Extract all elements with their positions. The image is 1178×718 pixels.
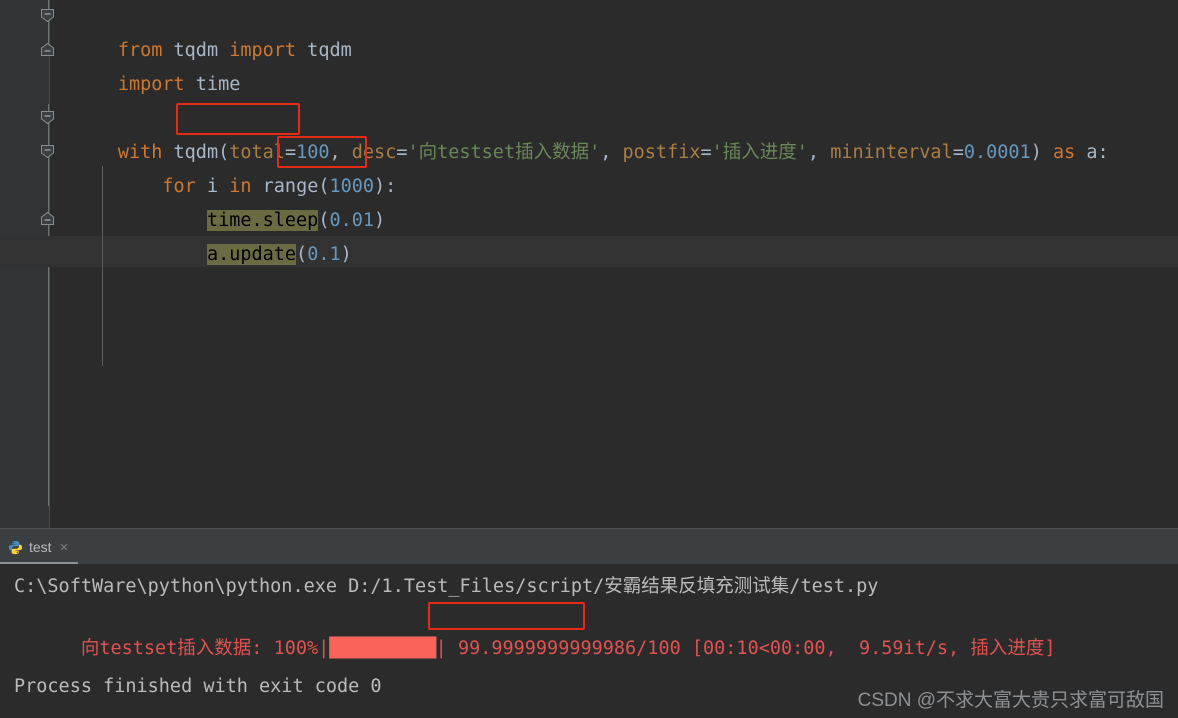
code-lines[interactable]: from tqdm import tqdm import time with t… <box>0 0 1178 528</box>
run-tab-test[interactable]: test × <box>0 529 79 565</box>
progress-percent: 100% <box>273 638 319 659</box>
token-number-mininterval: 0.0001 <box>963 142 1031 163</box>
csdn-watermark: CSDN @不求大富大贵只求富可敌国 <box>857 690 1164 711</box>
progress-total: /100 <box>636 638 692 659</box>
progress-bar-open: | <box>318 638 330 659</box>
progress-bar-fill: ██████████ <box>329 638 436 659</box>
code-line-2[interactable]: import time <box>51 34 241 95</box>
token-comma-3: , <box>807 142 831 163</box>
token-keyword-import2: import <box>117 74 185 95</box>
progress-current-value: 99.9999999999986 <box>457 638 637 659</box>
token-comma-2: , <box>600 142 623 163</box>
token-var-a: a: <box>1075 142 1109 163</box>
code-line-6[interactable]: for i in range(1000): <box>51 136 396 197</box>
token-name-tqdm: tqdm <box>296 40 352 61</box>
run-tab-label: test <box>29 539 52 555</box>
token-equals-4: = <box>952 142 964 163</box>
run-tab-strip[interactable]: test × <box>0 528 1178 565</box>
close-icon[interactable]: × <box>60 540 69 555</box>
console-exit-line: Process finished with exit code 0 <box>14 676 382 697</box>
console-command-line: C:\SoftWare\python\python.exe D:/1.Test_… <box>14 576 879 597</box>
code-line-1[interactable]: from tqdm import tqdm <box>51 0 352 61</box>
code-editor[interactable]: from tqdm import tqdm import time with t… <box>0 0 1178 528</box>
python-file-icon <box>8 540 23 555</box>
progress-bar-close: | <box>435 638 458 659</box>
token-paren-close-4: ) <box>340 244 352 265</box>
code-line-8[interactable]: a.update(0.1) <box>51 204 352 265</box>
progress-stats: [00:10<00:00, 9.59it/s, 插入进度] <box>691 638 1056 659</box>
token-call-a-update: a.update <box>206 244 297 265</box>
token-indent-8 <box>118 244 207 265</box>
token-paren-close-3: ) <box>374 210 386 231</box>
token-number-01: 0.1 <box>307 244 341 265</box>
run-tool-window[interactable]: test × C:\SoftWare\python\python.exe D:/… <box>0 528 1178 718</box>
token-param-postfix: postfix <box>622 142 701 163</box>
token-module-time: time <box>184 74 241 95</box>
progress-desc: 向testset插入数据: <box>80 638 274 659</box>
token-string-desc: '向testset插入数据' <box>407 142 601 163</box>
console-progress-line: 向testset插入数据: 100%|██████████| 99.999999… <box>14 604 1056 659</box>
code-line-7[interactable]: time.sleep(0.01) <box>51 170 385 231</box>
code-line-5[interactable]: with tqdm(total=100, desc='向testset插入数据'… <box>51 102 1109 163</box>
token-string-postfix: '插入进度' <box>711 142 808 163</box>
token-equals-3: = <box>700 142 712 163</box>
token-paren-close: ) <box>1030 142 1053 163</box>
token-keyword-as: as <box>1052 142 1076 163</box>
token-equals-2: = <box>396 142 408 163</box>
token-paren-open-4: ( <box>296 244 308 265</box>
token-param-mininterval: mininterval <box>830 142 953 163</box>
